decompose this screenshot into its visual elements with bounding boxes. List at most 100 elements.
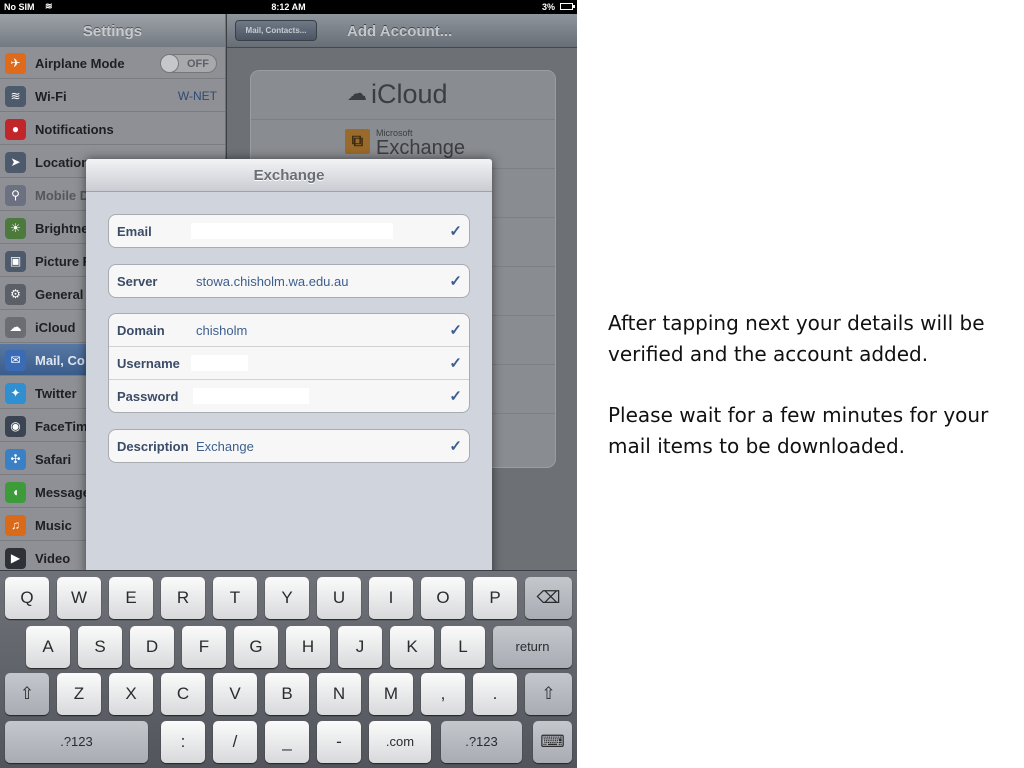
email-check-icon: ✓ [449, 223, 462, 240]
key-n[interactable]: N [317, 673, 361, 715]
email-field[interactable]: Email ✓ [109, 215, 469, 247]
key-p[interactable]: P [473, 577, 517, 619]
key-l[interactable]: L [441, 626, 485, 668]
server-label: Server [117, 274, 158, 289]
key-f[interactable]: F [182, 626, 226, 668]
settings-item-label: FaceTim [35, 419, 88, 434]
server-field[interactable]: Server stowa.chisholm.wa.edu.au ✓ [109, 265, 469, 297]
settings-item-notifications[interactable]: ● Notifications [0, 113, 225, 145]
settings-title: Settings [82, 23, 143, 40]
username-label: Username [117, 356, 180, 371]
key-t[interactable]: T [213, 577, 257, 619]
server-input[interactable]: stowa.chisholm.wa.edu.au [196, 274, 348, 289]
key-h[interactable]: H [286, 626, 330, 668]
password-label: Password [117, 389, 179, 404]
exchange-sheet-title: Exchange [253, 167, 325, 184]
key-u[interactable]: U [317, 577, 361, 619]
key-r[interactable]: R [161, 577, 205, 619]
video-icon: ▶ [5, 548, 26, 569]
description-check-icon: ✓ [449, 438, 462, 455]
password-input[interactable] [193, 388, 309, 404]
return-key[interactable]: return [493, 626, 572, 668]
provider-icloud[interactable]: ☁ iCloud [251, 71, 555, 120]
icloud-cloud-icon: ☁ [347, 83, 367, 105]
description-input[interactable]: Exchange [196, 439, 254, 454]
key-m[interactable]: M [369, 673, 413, 715]
key-d[interactable]: D [130, 626, 174, 668]
dotcom-key[interactable]: .com [369, 721, 431, 763]
domain-input[interactable]: chisholm [196, 323, 247, 338]
domain-check-icon: ✓ [449, 322, 462, 339]
airplane-icon: ✈ [5, 53, 26, 74]
mobile-data-icon: ⚲ [5, 185, 26, 206]
settings-item-label: Location [35, 155, 90, 170]
key-i[interactable]: I [369, 577, 413, 619]
airplane-mode-toggle[interactable]: OFF [160, 54, 217, 73]
settings-item-label: iCloud [35, 320, 76, 335]
key-j[interactable]: J [338, 626, 382, 668]
notifications-icon: ● [5, 119, 26, 140]
description-field[interactable]: Description Exchange ✓ [109, 430, 469, 462]
key-comma[interactable]: , [421, 673, 465, 715]
exchange-icon: ⧉ [345, 129, 370, 154]
key-q[interactable]: Q [5, 577, 49, 619]
key-hyphen[interactable]: - [317, 721, 361, 763]
key-a[interactable]: A [26, 626, 70, 668]
server-check-icon: ✓ [449, 273, 462, 290]
domain-label: Domain [117, 323, 165, 338]
email-input[interactable] [191, 223, 393, 239]
key-b[interactable]: B [265, 673, 309, 715]
general-gear-icon: ⚙ [5, 284, 26, 305]
key-slash[interactable]: / [213, 721, 257, 763]
username-check-icon: ✓ [449, 355, 462, 372]
settings-item-value: W-NET [177, 89, 217, 103]
twitter-icon: ✦ [5, 383, 26, 404]
password-field[interactable]: Password ✓ [109, 380, 469, 412]
domain-field[interactable]: Domain chisholm ✓ [109, 314, 469, 347]
settings-item-label: Picture F [35, 254, 91, 269]
key-z[interactable]: Z [57, 673, 101, 715]
key-y[interactable]: Y [265, 577, 309, 619]
ipad-screen: No SIM ≋ 8:12 AM 3% Settings ✈ Airplane M… [0, 0, 577, 768]
key-x[interactable]: X [109, 673, 153, 715]
key-c[interactable]: C [161, 673, 205, 715]
location-icon: ➤ [5, 152, 26, 173]
toggle-state-label: OFF [187, 58, 209, 70]
settings-item-wi-fi[interactable]: ≋ Wi-Fi W-NET [0, 80, 225, 112]
add-account-navbar: Mail, Contacts... Add Account... [227, 14, 577, 48]
key-period[interactable]: . [473, 673, 517, 715]
key-e[interactable]: E [109, 577, 153, 619]
username-field[interactable]: Username ✓ [109, 347, 469, 380]
description-group: Description Exchange ✓ [108, 429, 470, 463]
settings-item-airplane-mode[interactable]: ✈ Airplane Mode OFF [0, 47, 225, 79]
numbers-key[interactable]: .?123 [441, 721, 522, 763]
key-k[interactable]: K [390, 626, 434, 668]
instruction-paragraph-1: After tapping next your details will be … [608, 311, 985, 366]
email-group: Email ✓ [108, 214, 470, 248]
exchange-sheet-header: Exchange [86, 159, 492, 192]
settings-item-label: Airplane Mode [35, 56, 125, 71]
key-colon[interactable]: : [161, 721, 205, 763]
music-icon: ♫ [5, 515, 26, 536]
settings-item-label: Mail, Co [35, 353, 85, 368]
back-button[interactable]: Mail, Contacts... [235, 20, 317, 41]
add-account-title: Add Account... [347, 23, 453, 40]
key-o[interactable]: O [421, 577, 465, 619]
shift-key[interactable]: ⇧ [5, 673, 49, 715]
settings-item-label: Mobile D [35, 188, 90, 203]
key-g[interactable]: G [234, 626, 278, 668]
key-w[interactable]: W [57, 577, 101, 619]
icloud-icon: ☁ [5, 317, 26, 338]
key-v[interactable]: V [213, 673, 257, 715]
username-input[interactable] [191, 355, 248, 371]
icloud-label: iCloud [371, 79, 448, 109]
wifi-icon: ≋ [5, 86, 26, 107]
shift-key[interactable]: ⇧ [525, 673, 572, 715]
email-label: Email [117, 224, 152, 239]
numbers-key[interactable]: .?123 [5, 721, 148, 763]
hide-keyboard-key[interactable]: ⌨ [533, 721, 572, 763]
key-s[interactable]: S [78, 626, 122, 668]
backspace-key[interactable]: ⌫ [525, 577, 572, 619]
key-underscore[interactable]: _ [265, 721, 309, 763]
settings-item-label: Safari [35, 452, 72, 467]
